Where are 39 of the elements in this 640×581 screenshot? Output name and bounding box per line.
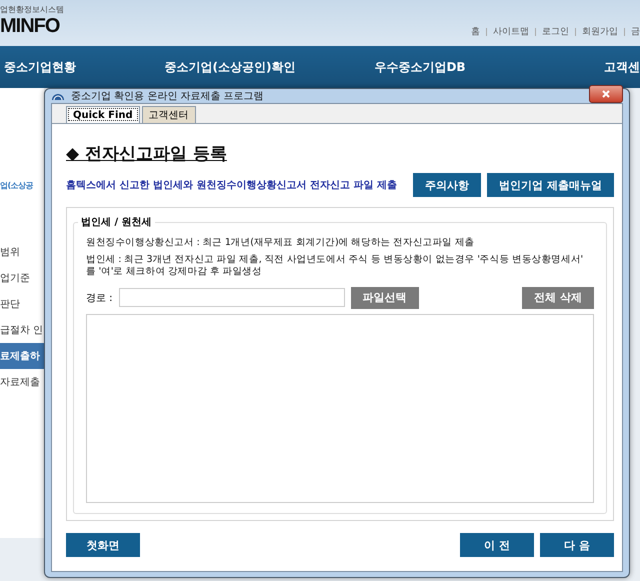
close-icon xyxy=(602,90,610,98)
top-link[interactable]: 홈 xyxy=(471,25,480,38)
close-button[interactable] xyxy=(589,85,623,103)
path-field[interactable] xyxy=(118,288,345,308)
side-menu-item[interactable]: 업기준 xyxy=(0,265,44,291)
top-link[interactable]: 로그인 xyxy=(542,25,569,38)
side-menu-item[interactable]: 료제출하 xyxy=(0,343,44,369)
nav-item[interactable]: 중소기업(소상공인)확인 xyxy=(135,58,325,76)
side-menu-item[interactable]: 자료제출 xyxy=(0,369,44,395)
tab[interactable]: 고객센터 xyxy=(142,106,196,123)
step-button[interactable]: 다 음 xyxy=(540,533,614,557)
side-heading: 업(소상공 xyxy=(0,180,34,191)
note-text: 법인세 : 최근 3개년 전자신고 파일 제출, 직전 사업년도에서 주식 등 변동상황이 없는경우 '주식등 변동상황명세서' 를 '여'로 체크하여 강제마감 후 파일생성 xyxy=(86,254,584,278)
home-button[interactable]: 첫화면 xyxy=(66,533,140,557)
side-menu-item[interactable]: 판단 xyxy=(0,291,44,317)
tab[interactable]: Quick Find xyxy=(66,106,140,123)
info-button[interactable]: 법인기업 제출매뉴얼 xyxy=(487,173,614,197)
side-menu-item[interactable]: 범위 xyxy=(0,239,44,265)
logo-caption: 업현황정보시스템 xyxy=(0,4,64,15)
path-label: 경로 : xyxy=(86,292,113,305)
nav-item[interactable]: 우수중소기업DB xyxy=(325,58,515,76)
file-list[interactable] xyxy=(86,314,594,503)
note-text: 원천징수이행상황신고서 : 최근 1개년(재무제표 회계기간)에 해당하는 전자신고파일 제출 xyxy=(86,237,476,249)
clear-all-button[interactable]: 전체 삭제 xyxy=(522,286,594,309)
window-title: 중소기업 확인용 온라인 자료제출 프로그램 xyxy=(71,90,265,103)
top-link[interactable]: 사이트맵 xyxy=(493,25,529,38)
nav-item[interactable]: 중소기업현황 xyxy=(0,58,135,76)
group-title: 법인세 / 원천세 xyxy=(78,215,155,229)
nav-item[interactable]: 고객센 xyxy=(515,58,640,76)
description: 홈텍스에서 신고한 법인세와 원천징수이행상황신고서 전자신고 파일 제출 xyxy=(66,179,397,192)
top-link[interactable]: 회원가입 xyxy=(582,25,618,38)
side-menu-item[interactable]: 급절차 인 xyxy=(0,317,44,343)
app-icon xyxy=(51,92,65,100)
site-logo[interactable]: MINFO xyxy=(0,15,64,38)
file-select-button[interactable]: 파일선택 xyxy=(350,286,419,309)
top-link[interactable]: 금 xyxy=(631,25,640,38)
step-button[interactable]: 이 전 xyxy=(460,533,534,557)
section-heading: ◆ 전자신고파일 등록 xyxy=(66,143,227,165)
info-button[interactable]: 주의사항 xyxy=(413,173,482,197)
